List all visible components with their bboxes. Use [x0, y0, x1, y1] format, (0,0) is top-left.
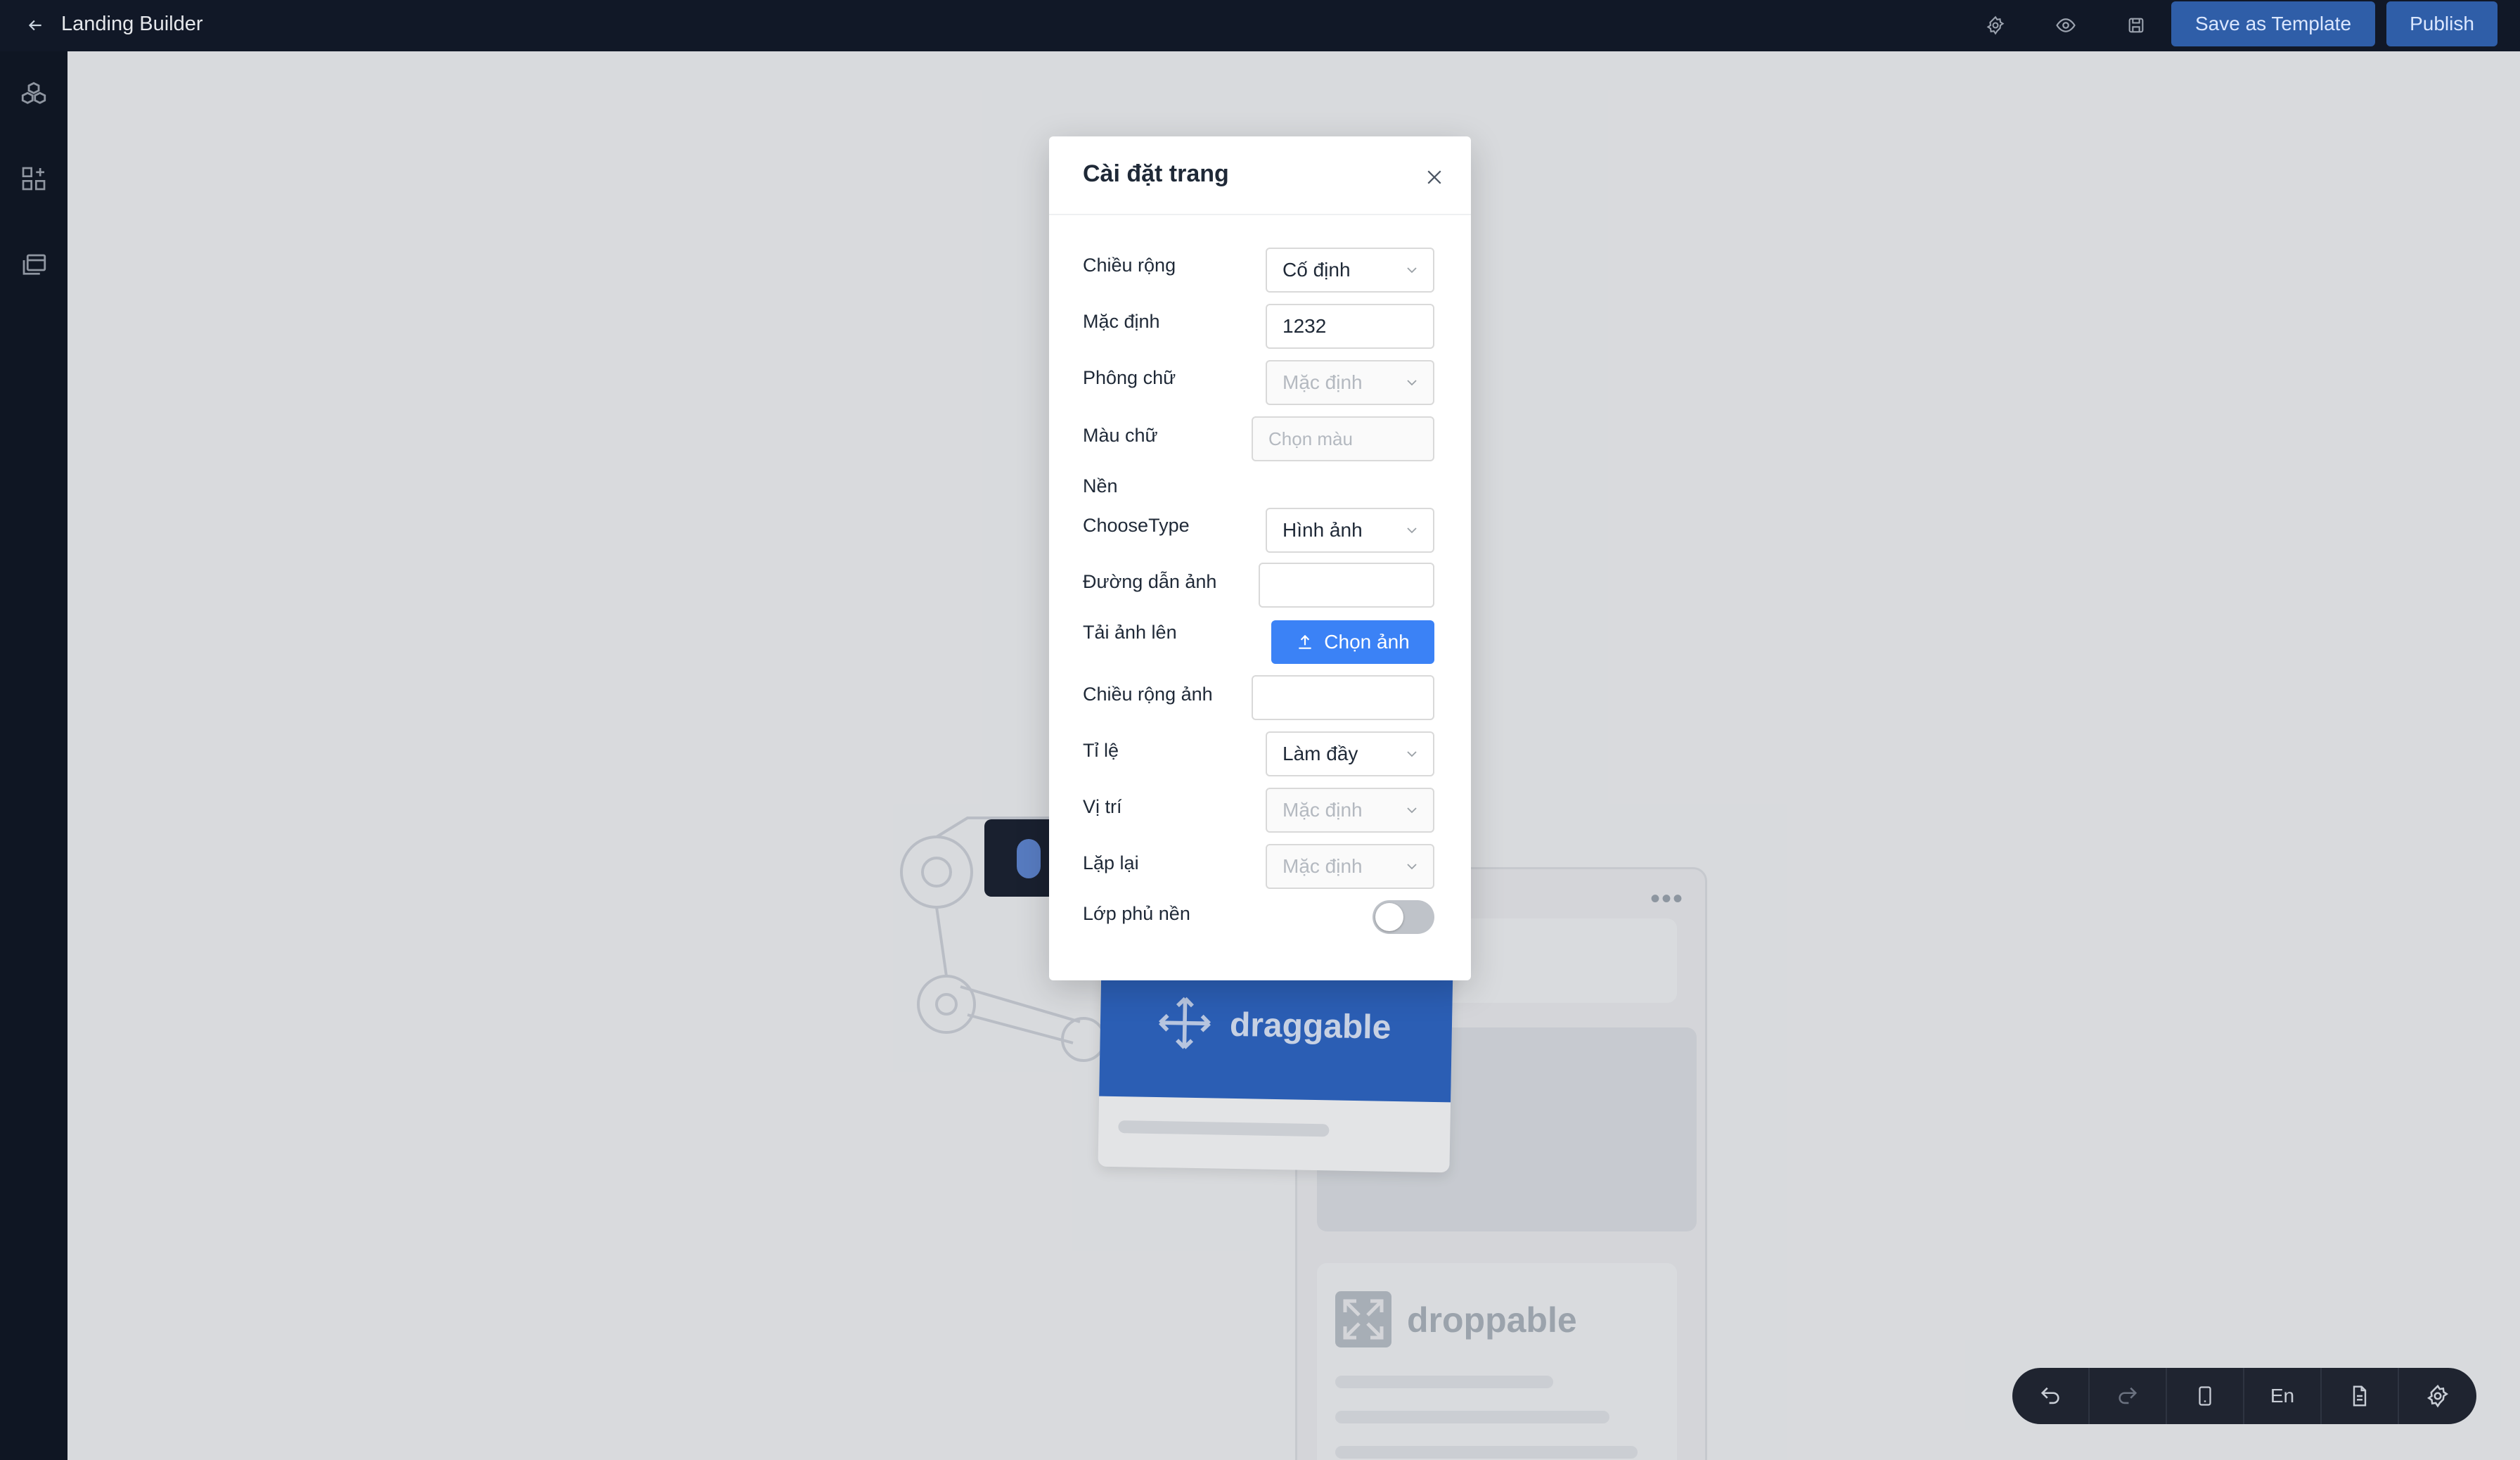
width-select[interactable]: Cố định [1266, 248, 1434, 293]
text-color-placeholder: Chọn màu [1268, 428, 1353, 449]
image-path-label: Đường dẫn ảnh [1083, 571, 1217, 592]
repeat-placeholder: Mặc định [1282, 855, 1363, 877]
default-width-label: Mặc định [1083, 311, 1160, 332]
mobile-icon[interactable] [2167, 1368, 2244, 1424]
overlay-toggle[interactable] [1372, 900, 1434, 934]
modal-title: Cài đặt trang [1083, 160, 1229, 187]
text-color-label: Màu chữ [1083, 425, 1158, 446]
modal-header: Cài đặt trang [1049, 136, 1471, 215]
position-label: Vị trí [1083, 796, 1122, 817]
language-label: En [2270, 1385, 2295, 1407]
undo-icon[interactable] [2012, 1368, 2090, 1424]
font-label: Phông chữ [1083, 367, 1176, 388]
choose-type-value: Hình ảnh [1282, 519, 1363, 541]
chevron-down-icon [1407, 380, 1417, 386]
publish-button[interactable]: Publish [2386, 1, 2498, 46]
width-select-value: Cố định [1282, 259, 1351, 281]
back-arrow-icon[interactable] [21, 11, 49, 39]
overlay-label: Lớp phủ nền [1083, 903, 1190, 924]
top-bar: Landing Builder Save as Template Publish [0, 0, 2520, 51]
language-toggle[interactable]: En [2244, 1368, 2322, 1424]
toggle-knob [1375, 903, 1403, 931]
choose-type-label: ChooseType [1083, 515, 1190, 536]
choose-image-label: Chọn ảnh [1324, 631, 1410, 653]
default-width-value: 1232 [1282, 315, 1327, 337]
font-select-placeholder: Mặc định [1282, 371, 1363, 393]
font-select[interactable]: Mặc định [1266, 360, 1434, 405]
image-width-input[interactable] [1252, 675, 1434, 720]
page-settings-modal: Cài đặt trang Chiều rộng Cố định Mặc địn… [1049, 136, 1471, 980]
default-width-input[interactable]: 1232 [1266, 304, 1434, 349]
close-icon[interactable] [1420, 163, 1448, 191]
position-select[interactable]: Mặc định [1266, 788, 1434, 833]
eye-icon[interactable] [2052, 11, 2080, 39]
document-icon[interactable] [2322, 1368, 2399, 1424]
ratio-select[interactable]: Làm đầy [1266, 731, 1434, 776]
chevron-down-icon [1407, 751, 1417, 757]
repeat-label: Lặp lại [1083, 852, 1139, 873]
chevron-down-icon [1407, 267, 1417, 274]
image-width-label: Chiều rộng ảnh [1083, 684, 1213, 705]
settings-icon[interactable] [2399, 1368, 2476, 1424]
choose-image-button[interactable]: Chọn ảnh [1271, 620, 1434, 664]
chevron-down-icon [1407, 864, 1417, 870]
settings-icon[interactable] [1981, 11, 2010, 39]
text-color-picker[interactable]: Chọn màu [1252, 416, 1434, 461]
chevron-down-icon [1407, 527, 1417, 534]
ratio-value: Làm đầy [1282, 743, 1358, 764]
redo-icon[interactable] [2090, 1368, 2167, 1424]
bottom-toolbar: En [2012, 1368, 2476, 1424]
save-as-template-button[interactable]: Save as Template [2171, 1, 2375, 46]
repeat-select[interactable]: Mặc định [1266, 844, 1434, 889]
width-label: Chiều rộng [1083, 255, 1176, 276]
background-section-label: Nền [1083, 475, 1118, 497]
app-title: Landing Builder [61, 13, 203, 35]
ratio-label: Tỉ lệ [1083, 740, 1119, 761]
upload-label: Tải ảnh lên [1083, 622, 1177, 643]
save-icon[interactable] [2122, 11, 2150, 39]
upload-icon [1299, 634, 1311, 649]
choose-type-select[interactable]: Hình ảnh [1266, 508, 1434, 553]
position-placeholder: Mặc định [1282, 799, 1363, 821]
chevron-down-icon [1407, 807, 1417, 814]
image-path-input[interactable] [1259, 563, 1434, 608]
